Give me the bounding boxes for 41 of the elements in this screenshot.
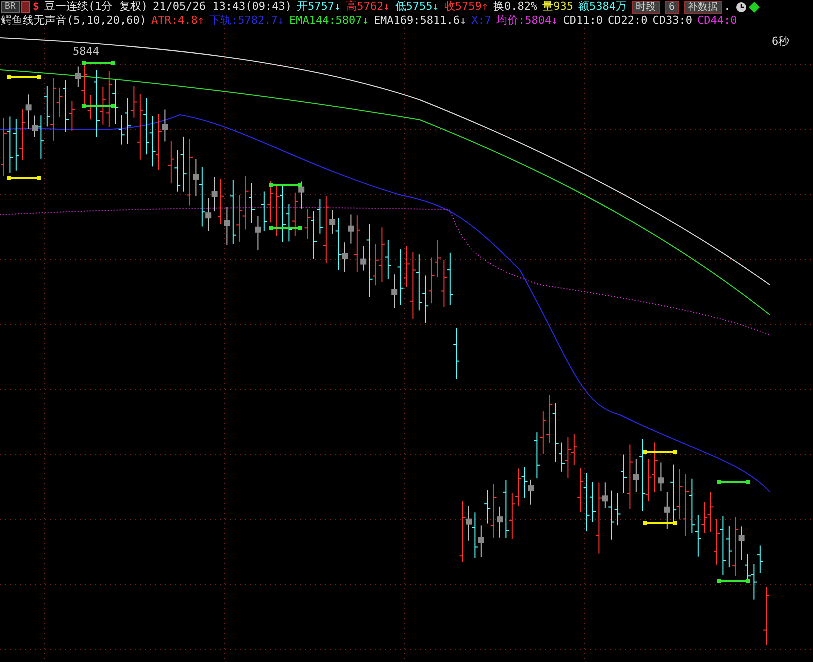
indicator-value: ATR:4.8↑: [151, 14, 204, 28]
quote-value: 量935: [542, 0, 574, 14]
indicator-value: CD22:0: [608, 14, 648, 28]
indicator-name: 鳄鱼线无声音(5,10,20,60): [1, 14, 146, 28]
toolbar-button[interactable]: 补数据: [684, 0, 722, 14]
indicator-value: X:7: [472, 14, 492, 28]
level-marker: [717, 579, 750, 583]
toolbar-button[interactable]: 时段: [632, 0, 660, 14]
quote-value: 高5762↓: [346, 0, 390, 14]
level-marker: [82, 104, 115, 108]
quote-value: 收5759↑: [444, 0, 489, 14]
menu-button[interactable]: BR: [1, 1, 20, 13]
level-marker: [7, 75, 41, 79]
level-marker: [7, 176, 41, 180]
quote-value: 开5757↓: [297, 0, 342, 14]
level-marker: [82, 61, 115, 65]
timer-label: 6秒: [772, 36, 790, 48]
indicator-value: 均价:5804↓: [496, 14, 558, 28]
symbol-name: 豆一连续(1分 复权): [44, 0, 148, 14]
indicator-value: CD11:0: [563, 14, 604, 28]
indicator-value: CD33:0: [652, 14, 693, 28]
level-marker: [643, 521, 677, 525]
level-marker: [269, 183, 302, 187]
dropdown-toggle[interactable]: [20, 1, 30, 13]
indicator-value: EMA144:5807↓: [289, 14, 369, 28]
level-marker: [717, 480, 750, 484]
date-time: 21/05/26 13:43(09:43): [152, 0, 292, 14]
quote-value: 换0.82%: [494, 0, 538, 14]
indicator-value: CD44:0: [698, 14, 738, 28]
price-label: 5844: [73, 46, 100, 58]
diamond-icon[interactable]: [748, 2, 760, 12]
indicator-value: EMA169:5811.6↓: [374, 14, 467, 28]
quote-value: 低5755↓: [395, 0, 440, 14]
currency-symbol: $: [32, 0, 40, 14]
indicator-value: 下轨:5782.7↓: [209, 14, 284, 28]
level-marker: [269, 226, 302, 230]
clock-icon[interactable]: [736, 2, 747, 12]
dot-text: .: [724, 0, 731, 14]
toolbar-button[interactable]: 6: [665, 0, 680, 14]
level-marker: [643, 450, 677, 454]
quote-value: 额5384万: [578, 0, 628, 14]
